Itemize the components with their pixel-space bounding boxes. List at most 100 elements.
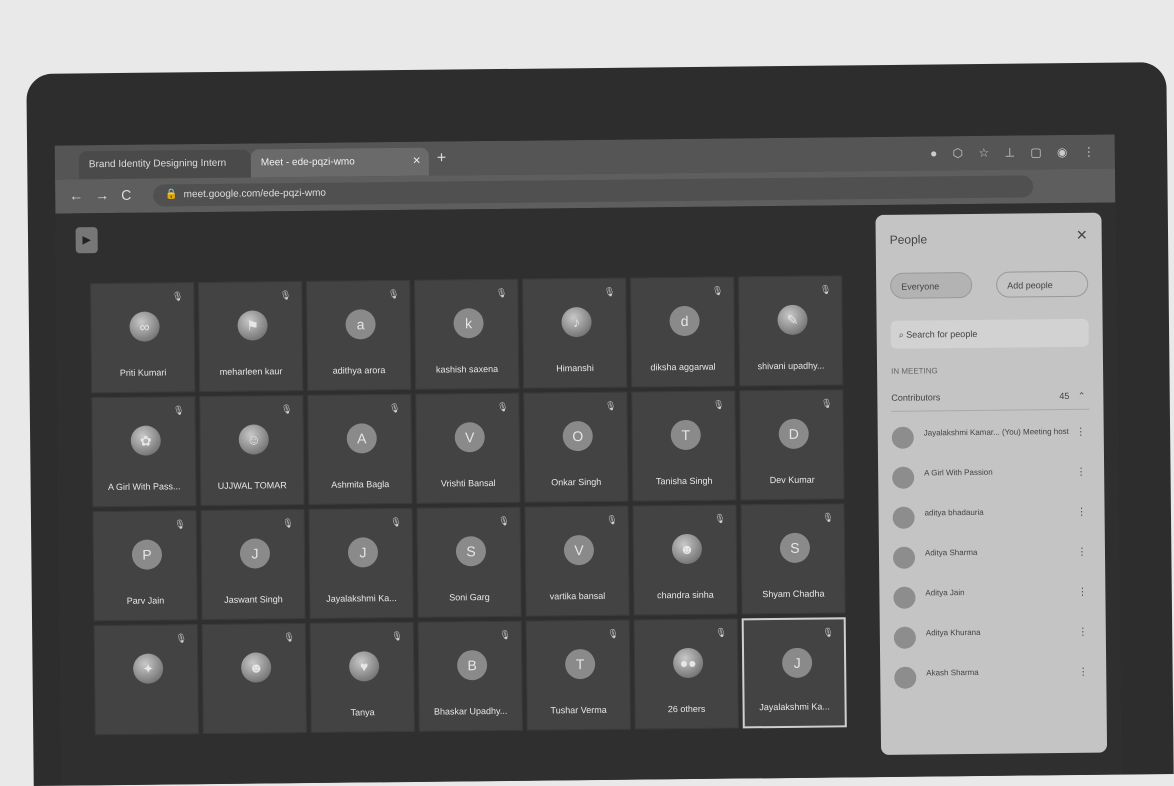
avatar: A <box>346 423 377 454</box>
avatar: ☺ <box>238 424 269 455</box>
participant-tile[interactable]: V 🎙 vartika bansal <box>524 505 630 617</box>
participant-name: A Girl With Pass... <box>107 481 181 493</box>
contributors-label: Contributors <box>891 392 941 403</box>
participant-tile[interactable]: J 🎙 Jaswant Singh <box>200 508 306 621</box>
avatar <box>892 506 915 529</box>
people-list-item[interactable]: A Girl With Passion ⋮ <box>892 461 1090 497</box>
participant-tile[interactable]: ☻ 🎙 <box>201 622 307 735</box>
add-people-button[interactable]: Add people <box>996 270 1089 298</box>
everyone-button[interactable]: Everyone <box>890 271 973 299</box>
participant-tile[interactable]: ♪ 🎙 Himanshi <box>522 277 628 389</box>
participant-tile[interactable]: S 🎙 Shyam Chadha <box>740 503 846 615</box>
new-tab-button[interactable]: + <box>437 149 447 167</box>
participant-name: Tanya <box>350 707 375 718</box>
avatar: O <box>562 420 593 452</box>
participant-tile[interactable]: T 🎙 Tanisha Singh <box>631 390 737 502</box>
person-name: aditya bhadauria <box>924 507 984 518</box>
mic-off-icon: 🎙 <box>499 629 511 640</box>
contributors-header[interactable]: Contributors 45 ⌃ <box>891 382 1090 412</box>
close-icon[interactable]: ✕ <box>412 148 421 176</box>
participant-name: Tanisha Singh <box>655 475 713 487</box>
avatar: V <box>563 534 595 566</box>
participant-tile[interactable]: ✎ 🎙 shivani upadhy... <box>738 275 844 387</box>
people-list-item[interactable]: Aditya Sharma ⋮ <box>892 541 1091 577</box>
participant-name <box>208 718 302 719</box>
participant-name: UJJWAL TOMAR <box>217 480 287 491</box>
more-options-icon[interactable]: ⋮ <box>1076 427 1086 438</box>
close-icon[interactable]: ✕ <box>1076 227 1088 244</box>
participant-name: Shyam Chadha <box>762 588 825 600</box>
avatar: ✿ <box>130 425 161 456</box>
more-options-icon[interactable]: ⋮ <box>1077 547 1087 558</box>
mic-off-icon: 🎙 <box>714 513 726 524</box>
participant-name <box>100 719 194 720</box>
participant-tile[interactable]: O 🎙 Onkar Singh <box>523 391 629 503</box>
search-placeholder: Search for people <box>906 328 978 340</box>
avatar <box>893 586 916 609</box>
url-input[interactable]: 🔒 meet.google.com/ede-pqzi-wmo <box>153 175 1034 207</box>
participant-name: shivani upadhy... <box>757 360 825 372</box>
participant-tile[interactable]: T 🎙 Tushar Verma <box>525 619 631 731</box>
more-options-icon[interactable]: ⋮ <box>1077 507 1087 518</box>
browser-tab[interactable]: Brand Identity Designing Intern <box>78 149 252 180</box>
participant-tile[interactable]: ☻ 🎙 chandra sinha <box>632 504 738 616</box>
people-list-item[interactable]: Akash Sharma ⋮ <box>894 661 1092 697</box>
mic-off-icon: 🎙 <box>819 284 832 295</box>
avatar: ✦ <box>133 653 164 684</box>
laptop-screen: Brand Identity Designing Intern Meet - e… <box>54 134 1122 786</box>
mic-off-icon: 🎙 <box>172 405 185 416</box>
participant-tile[interactable]: D 🎙 Dev Kumar <box>739 389 845 501</box>
participant-tile[interactable]: ⚑ 🎙 meharleen kaur <box>198 280 304 393</box>
participant-name: Jayalakshmi Ka... <box>326 593 397 604</box>
participant-tile[interactable]: B 🎙 Bhaskar Upadhy... <box>417 620 523 732</box>
people-panel: People ✕ Everyone Add people ⌕ Search fo… <box>875 212 1108 755</box>
mic-off-icon: 🎙 <box>822 512 834 523</box>
mic-off-icon: 🎙 <box>820 398 833 409</box>
avatar: J <box>239 538 271 569</box>
avatar: D <box>778 418 809 450</box>
participant-tile[interactable]: J 🎙 Jayalakshmi Ka... <box>741 617 847 729</box>
participant-tile[interactable]: k 🎙 kashish saxena <box>414 278 520 390</box>
avatar <box>891 426 914 449</box>
browser-tab-active[interactable]: Meet - ede-pqzi-wmo ✕ <box>250 147 430 178</box>
participant-tile[interactable]: ♥ 🎙 Tanya <box>309 621 415 733</box>
mic-off-icon: 🎙 <box>496 401 509 412</box>
participant-tile[interactable]: ∞ 🎙 Priti Kumari <box>90 282 196 394</box>
participant-tile[interactable]: S 🎙 Soni Garg <box>416 506 522 618</box>
people-list-item[interactable]: Aditya Jain ⋮ <box>893 581 1091 617</box>
search-icon: ⌕ <box>898 329 907 340</box>
browser-toolbar-icons[interactable]: ● ⬡ ☆ ⊥ ▢ ◉ ⋮ <box>930 145 1101 161</box>
participant-name: Tushar Verma <box>550 704 607 716</box>
participant-tile[interactable]: P 🎙 Parv Jain <box>92 510 198 622</box>
participant-tile[interactable]: a 🎙 adithya arora <box>306 279 412 391</box>
participant-tile[interactable]: ☺ 🎙 UJJWAL TOMAR <box>199 394 305 507</box>
forward-icon[interactable]: → <box>95 187 109 203</box>
avatar: S <box>779 532 811 563</box>
participant-tile[interactable]: d 🎙 diksha aggarwal <box>630 276 736 388</box>
participant-name: Dev Kumar <box>769 474 815 486</box>
more-options-icon[interactable]: ⋮ <box>1077 587 1087 598</box>
participant-name: chandra sinha <box>657 589 714 601</box>
more-options-icon[interactable]: ⋮ <box>1078 667 1088 678</box>
participant-tile[interactable]: A 🎙 Ashmita Bagla <box>307 393 413 505</box>
back-icon[interactable]: ← <box>69 187 83 203</box>
mic-off-icon: 🎙 <box>603 286 616 297</box>
participant-tile[interactable]: ✦ 🎙 <box>93 624 199 736</box>
participant-tile[interactable]: V 🎙 Vrishti Bansal <box>415 392 521 504</box>
participant-tile[interactable]: ●● 🎙 26 others <box>633 618 739 730</box>
mic-off-icon: 🎙 <box>711 285 724 296</box>
chevron-up-icon[interactable]: ⌃ <box>1078 383 1086 409</box>
participant-tile[interactable]: J 🎙 Jayalakshmi Ka... <box>308 507 414 619</box>
reload-icon[interactable]: C <box>121 187 131 203</box>
more-options-icon[interactable]: ⋮ <box>1078 627 1088 638</box>
participant-name: Ashmita Bagla <box>331 479 390 490</box>
people-list-item[interactable]: aditya bhadauria ⋮ <box>892 501 1090 537</box>
avatar: B <box>456 650 488 681</box>
participant-name: meharleen kaur <box>219 366 283 377</box>
avatar: d <box>669 305 700 337</box>
people-list-item[interactable]: Aditya Khurana ⋮ <box>893 621 1092 657</box>
participant-tile[interactable]: ✿ 🎙 A Girl With Pass... <box>91 396 197 508</box>
more-options-icon[interactable]: ⋮ <box>1076 467 1086 478</box>
people-list-item[interactable]: Jayalakshmi Kamar... (You) Meeting host ⋮ <box>891 421 1090 457</box>
people-search-input[interactable]: ⌕ Search for people <box>890 318 1089 349</box>
